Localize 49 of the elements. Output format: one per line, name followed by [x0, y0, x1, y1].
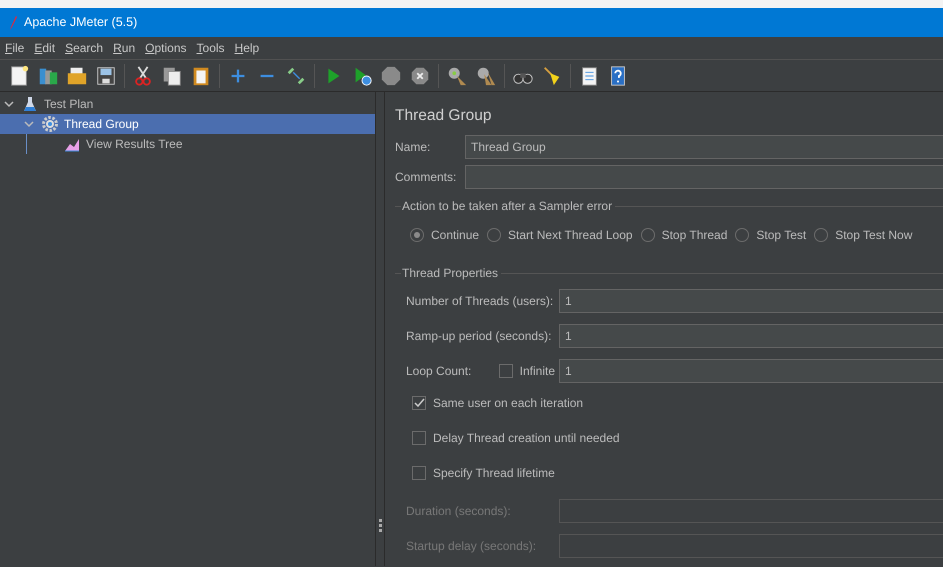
menu-item[interactable]: File — [0, 39, 30, 57]
field-label: Comments: — [395, 169, 458, 186]
splitter-grip-icon[interactable] — [378, 519, 382, 532]
checkbox[interactable] — [412, 396, 426, 410]
field-label: Duration (seconds): — [406, 503, 511, 520]
text-field[interactable]: Thread Group — [465, 135, 943, 160]
menu-item[interactable]: Edit — [29, 39, 60, 57]
radio-button[interactable] — [410, 228, 424, 242]
menu-item[interactable]: Search — [60, 39, 108, 57]
window-title: Apache JMeter (5.5) — [24, 14, 138, 32]
checkbox[interactable] — [412, 466, 426, 480]
checkbox[interactable] — [412, 431, 426, 446]
radio-label: Stop Test — [756, 227, 806, 244]
gear-icon — [42, 116, 58, 132]
flask-icon — [22, 96, 38, 112]
radio-label: Stop Thread — [662, 227, 728, 244]
menu-item[interactable]: Options — [140, 39, 192, 57]
tree-node[interactable]: Thread Group — [62, 115, 141, 133]
group-title: Action to be taken after a Sampler error — [402, 198, 612, 216]
checkbox-label: Infinite — [520, 363, 555, 380]
radio-button[interactable] — [814, 228, 828, 242]
group-title: Thread Properties — [402, 265, 498, 282]
menu-item[interactable]: Tools — [192, 39, 230, 57]
field-label: Ramp-up period (seconds): — [406, 328, 552, 346]
panel-title: Thread Group — [395, 106, 492, 126]
tree-node[interactable]: Test Plan — [42, 95, 96, 113]
checkbox-label: Delay Thread creation until needed — [433, 430, 620, 448]
field-label: Number of Threads (users): — [406, 293, 554, 310]
radio-button[interactable] — [487, 228, 502, 242]
text-field[interactable] — [465, 165, 943, 190]
radio-label: Stop Test Now — [835, 227, 912, 244]
text-field[interactable]: 1 — [559, 359, 943, 384]
field-label: Name: — [395, 139, 432, 156]
field-label: Startup delay (seconds): — [406, 538, 536, 556]
feather-icon — [8, 14, 18, 30]
text-field[interactable]: 1 — [559, 324, 943, 348]
checkbox-label: Same user on each iteration — [433, 395, 584, 412]
tree-node[interactable]: View Results Tree — [84, 135, 184, 153]
field-label: Loop Count: — [406, 363, 472, 380]
radio-button[interactable] — [735, 228, 750, 242]
text-field[interactable]: 1 — [559, 289, 943, 314]
checkbox-label: Specify Thread lifetime — [433, 465, 555, 482]
selected-tree-row[interactable]: Thread Group — [0, 114, 375, 134]
radio-label: Start Next Thread Loop — [508, 227, 633, 244]
checkbox[interactable] — [498, 364, 513, 378]
radio-button[interactable] — [640, 228, 655, 242]
radio-label: Continue — [431, 227, 480, 244]
menu-item[interactable]: Help — [230, 39, 264, 57]
menu-item[interactable]: Run — [108, 39, 140, 57]
